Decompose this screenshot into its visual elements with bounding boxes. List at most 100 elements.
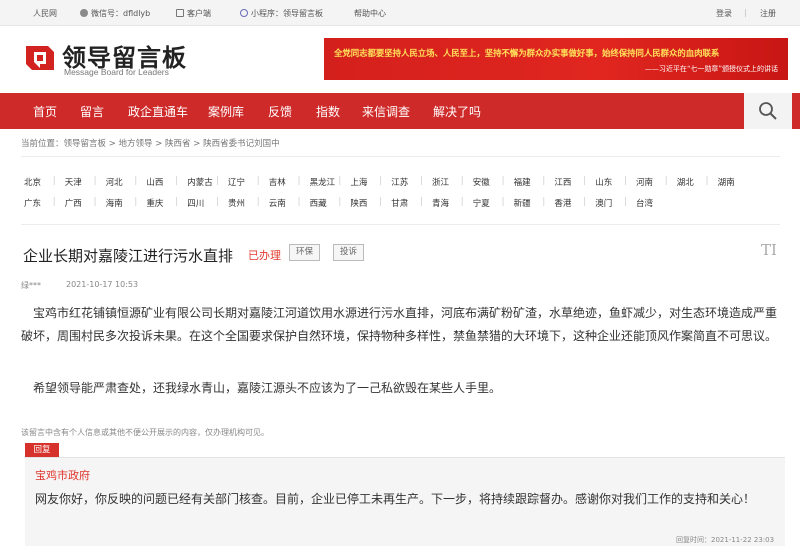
nav-message[interactable]: 留言 — [80, 103, 104, 120]
province-link[interactable]: 宁夏 — [473, 197, 491, 209]
top-utility-bar: 人民网 微信号：dfldlyb 客户端 小程序：领导留言板 帮助中心 登录 | … — [0, 0, 800, 26]
reply-author: 宝鸡市政府 — [35, 469, 90, 482]
province-link[interactable]: 广东 — [24, 197, 42, 209]
post-body-paragraph-1: 宝鸡市红花铺镇恒源矿业有限公司长期对嘉陵江河道饮用水源进行污水直排，河底布满矿粉… — [21, 306, 778, 343]
divider: | — [624, 176, 627, 186]
nav-letter-survey[interactable]: 来信调查 — [362, 103, 410, 120]
register-link[interactable]: 注册 — [760, 8, 776, 19]
province-link[interactable]: 辽宁 — [228, 176, 246, 188]
site-header: 领导留言板 Message Board for Leaders 全党同志都要坚持… — [0, 26, 800, 93]
help-center-link[interactable]: 帮助中心 — [354, 8, 386, 19]
divider: | — [175, 176, 179, 186]
province-link[interactable]: 贵州 — [228, 197, 246, 209]
tag-complaint[interactable]: 投诉 — [333, 244, 365, 261]
province-link[interactable]: 陕西 — [350, 197, 368, 209]
province-link[interactable]: 四川 — [187, 197, 205, 209]
province-link[interactable]: 吉林 — [269, 176, 287, 188]
divider: | — [256, 176, 260, 186]
divider: | — [338, 197, 342, 207]
province-link[interactable]: 青海 — [432, 197, 450, 209]
reply-label: 回复 — [25, 443, 59, 457]
divider: | — [460, 197, 464, 207]
banner-quote: 全党同志都要坚持人民立场、人民至上，坚持不懈为群众办实事做好事，始终保持同人民群… — [334, 48, 720, 58]
post-time: 2021-10-17 10:53 — [66, 280, 139, 289]
divider: | — [175, 197, 179, 207]
wechat-icon — [80, 9, 88, 17]
privacy-note: 该留言中含有个人信息或其他不便公开展示的内容，仅办理机构可见。 — [21, 428, 269, 437]
logo-subtitle: Message Board for Leaders — [64, 67, 169, 77]
mini-program-icon — [240, 9, 248, 17]
province-link[interactable]: 广西 — [65, 197, 83, 209]
province-link[interactable]: 上海 — [350, 176, 368, 188]
province-link[interactable]: 北京 — [24, 176, 42, 188]
divider: | — [134, 197, 138, 207]
province-link[interactable]: 山东 — [595, 176, 613, 188]
banner-attribution: ——习近平在“七一勋章”颁授仪式上的讲话 — [644, 65, 778, 73]
nav-case-library[interactable]: 案例库 — [208, 103, 244, 120]
quote-banner: 全党同志都要坚持人民立场、人民至上，坚持不懈为群众办实事做好事，始终保持同人民群… — [324, 38, 788, 80]
province-link[interactable]: 新疆 — [514, 197, 532, 209]
province-link[interactable]: 台湾 — [636, 197, 654, 209]
divider: | — [583, 176, 587, 186]
province-link[interactable]: 云南 — [269, 197, 287, 209]
divider: | — [664, 176, 668, 186]
nav-feedback[interactable]: 反馈 — [268, 103, 292, 120]
nav-resolved[interactable]: 解决了吗 — [433, 103, 481, 120]
province-link[interactable]: 西藏 — [310, 197, 328, 209]
main-nav: 首页 留言 政企直通车 案例库 反馈 指数 来信调查 解决了吗 — [0, 93, 800, 129]
province-link[interactable]: 海南 — [106, 197, 124, 209]
nav-home[interactable]: 首页 — [33, 103, 57, 120]
divider: | — [52, 197, 56, 207]
province-link[interactable]: 河南 — [636, 176, 654, 188]
divider: | — [705, 176, 709, 186]
divider: | — [216, 197, 219, 207]
font-size-icon[interactable]: TI — [761, 241, 777, 259]
province-link[interactable]: 江苏 — [391, 176, 409, 188]
divider: | — [93, 197, 97, 207]
province-link[interactable]: 山西 — [146, 176, 164, 188]
divider: | — [379, 197, 383, 207]
reply-body: 网友你好，你反映的问题已经有关部门核查。目前，企业已停工未再生产。下一步，将持续… — [35, 492, 756, 506]
province-link[interactable]: 湖南 — [718, 176, 736, 188]
divider — [21, 156, 780, 157]
province-link[interactable]: 内蒙古 — [187, 176, 214, 188]
province-link[interactable]: 澳门 — [595, 197, 613, 209]
people-net-link[interactable]: 人民网 — [33, 8, 57, 19]
search-icon — [759, 102, 777, 120]
divider: | — [297, 197, 301, 207]
search-button[interactable] — [744, 93, 792, 129]
divider: | — [460, 176, 464, 186]
nav-enterprise-express[interactable]: 政企直通车 — [128, 103, 188, 120]
divider: | — [420, 197, 423, 207]
client-link[interactable]: 客户端 — [176, 8, 211, 19]
divider — [21, 224, 780, 225]
tag-environment[interactable]: 环保 — [289, 244, 321, 261]
province-link[interactable]: 浙江 — [432, 176, 450, 188]
province-link[interactable]: 香港 — [554, 197, 572, 209]
province-link[interactable]: 黑龙江 — [310, 176, 337, 188]
divider: | — [93, 176, 97, 186]
province-link[interactable]: 重庆 — [146, 197, 164, 209]
divider: | — [542, 197, 546, 207]
province-link[interactable]: 江西 — [554, 176, 572, 188]
divider: | — [338, 176, 342, 186]
divider: | — [256, 197, 260, 207]
divider: | — [297, 176, 301, 186]
logo-icon[interactable] — [22, 40, 58, 76]
post-author: 绿*** — [21, 281, 41, 290]
province-link[interactable]: 天津 — [65, 176, 83, 188]
login-link[interactable]: 登录 — [716, 8, 732, 19]
province-link[interactable]: 甘肃 — [391, 197, 409, 209]
mini-program-link[interactable]: 小程序：领导留言板 — [240, 8, 323, 19]
reply-time: 回复时间：2021-11-22 23:03 — [676, 536, 775, 544]
breadcrumb[interactable]: 当前位置：领导留言板 > 地方领导 > 陕西省 > 陕西省委书记刘国中 — [21, 137, 280, 149]
wechat-link[interactable]: 微信号：dfldlyb — [80, 8, 150, 19]
divider: | — [216, 176, 219, 186]
province-link[interactable]: 福建 — [514, 176, 532, 188]
post-title: 企业长期对嘉陵江进行污水直排 — [23, 247, 234, 265]
divider: | — [134, 176, 138, 186]
province-link[interactable]: 安徽 — [473, 176, 491, 188]
province-link[interactable]: 河北 — [106, 176, 124, 188]
nav-index[interactable]: 指数 — [316, 103, 340, 120]
province-link[interactable]: 湖北 — [677, 176, 695, 188]
